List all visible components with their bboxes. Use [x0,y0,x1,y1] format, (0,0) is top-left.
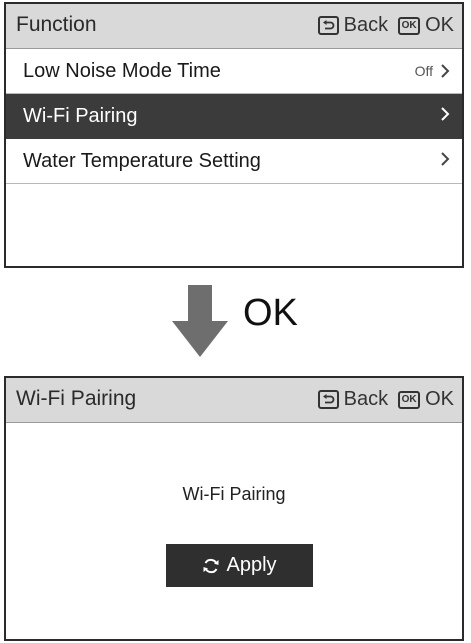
apply-button[interactable]: Apply [166,544,313,587]
chevron-right-icon [441,152,450,166]
back-label: Back [343,388,389,410]
key-hints: Back OK OK [308,14,454,37]
transition-caption: OK [243,292,298,334]
back-icon [317,390,339,409]
ok-label: OK [425,388,454,410]
wifi-pairing-label: Wi-Fi Pairing [182,484,286,504]
back-icon [317,16,339,35]
screen-title: Wi-Fi Pairing [16,387,137,410]
refresh-icon [203,558,219,573]
function-screen: Function Back OK OK Low Noise Mode Time … [4,2,464,268]
back-label: Back [343,14,389,36]
back-hint[interactable]: Back [317,388,389,411]
menu-item-label: Low Noise Mode Time [23,60,221,82]
apply-label: Apply [226,554,277,576]
menu-item-label: Water Temperature Setting [23,150,261,172]
menu-item-label: Wi-Fi Pairing [23,105,138,127]
menu-item-low-noise-mode-time[interactable]: Low Noise Mode Time Off [6,49,462,94]
ok-key-icon: OK [398,16,421,35]
screen-title: Function [16,13,97,36]
menu-item-water-temperature-setting[interactable]: Water Temperature Setting [6,139,462,184]
back-hint[interactable]: Back [317,14,389,37]
chevron-right-icon [441,107,450,121]
wifi-pairing-screen: Wi-Fi Pairing Back OK OK Wi-Fi Pairing A… [4,376,464,641]
title-bar: Wi-Fi Pairing Back OK OK [6,378,462,423]
ok-key-icon: OK [398,390,421,409]
ok-hint[interactable]: OK OK [398,14,454,37]
menu-item-wifi-pairing[interactable]: Wi-Fi Pairing [6,94,462,139]
arrow-down-icon [172,285,228,357]
key-hints: Back OK OK [308,388,454,411]
ok-label: OK [425,14,454,36]
ok-hint[interactable]: OK OK [398,388,454,411]
menu-item-value: Off [414,63,433,79]
title-bar: Function Back OK OK [6,4,462,49]
chevron-right-icon [441,63,450,78]
